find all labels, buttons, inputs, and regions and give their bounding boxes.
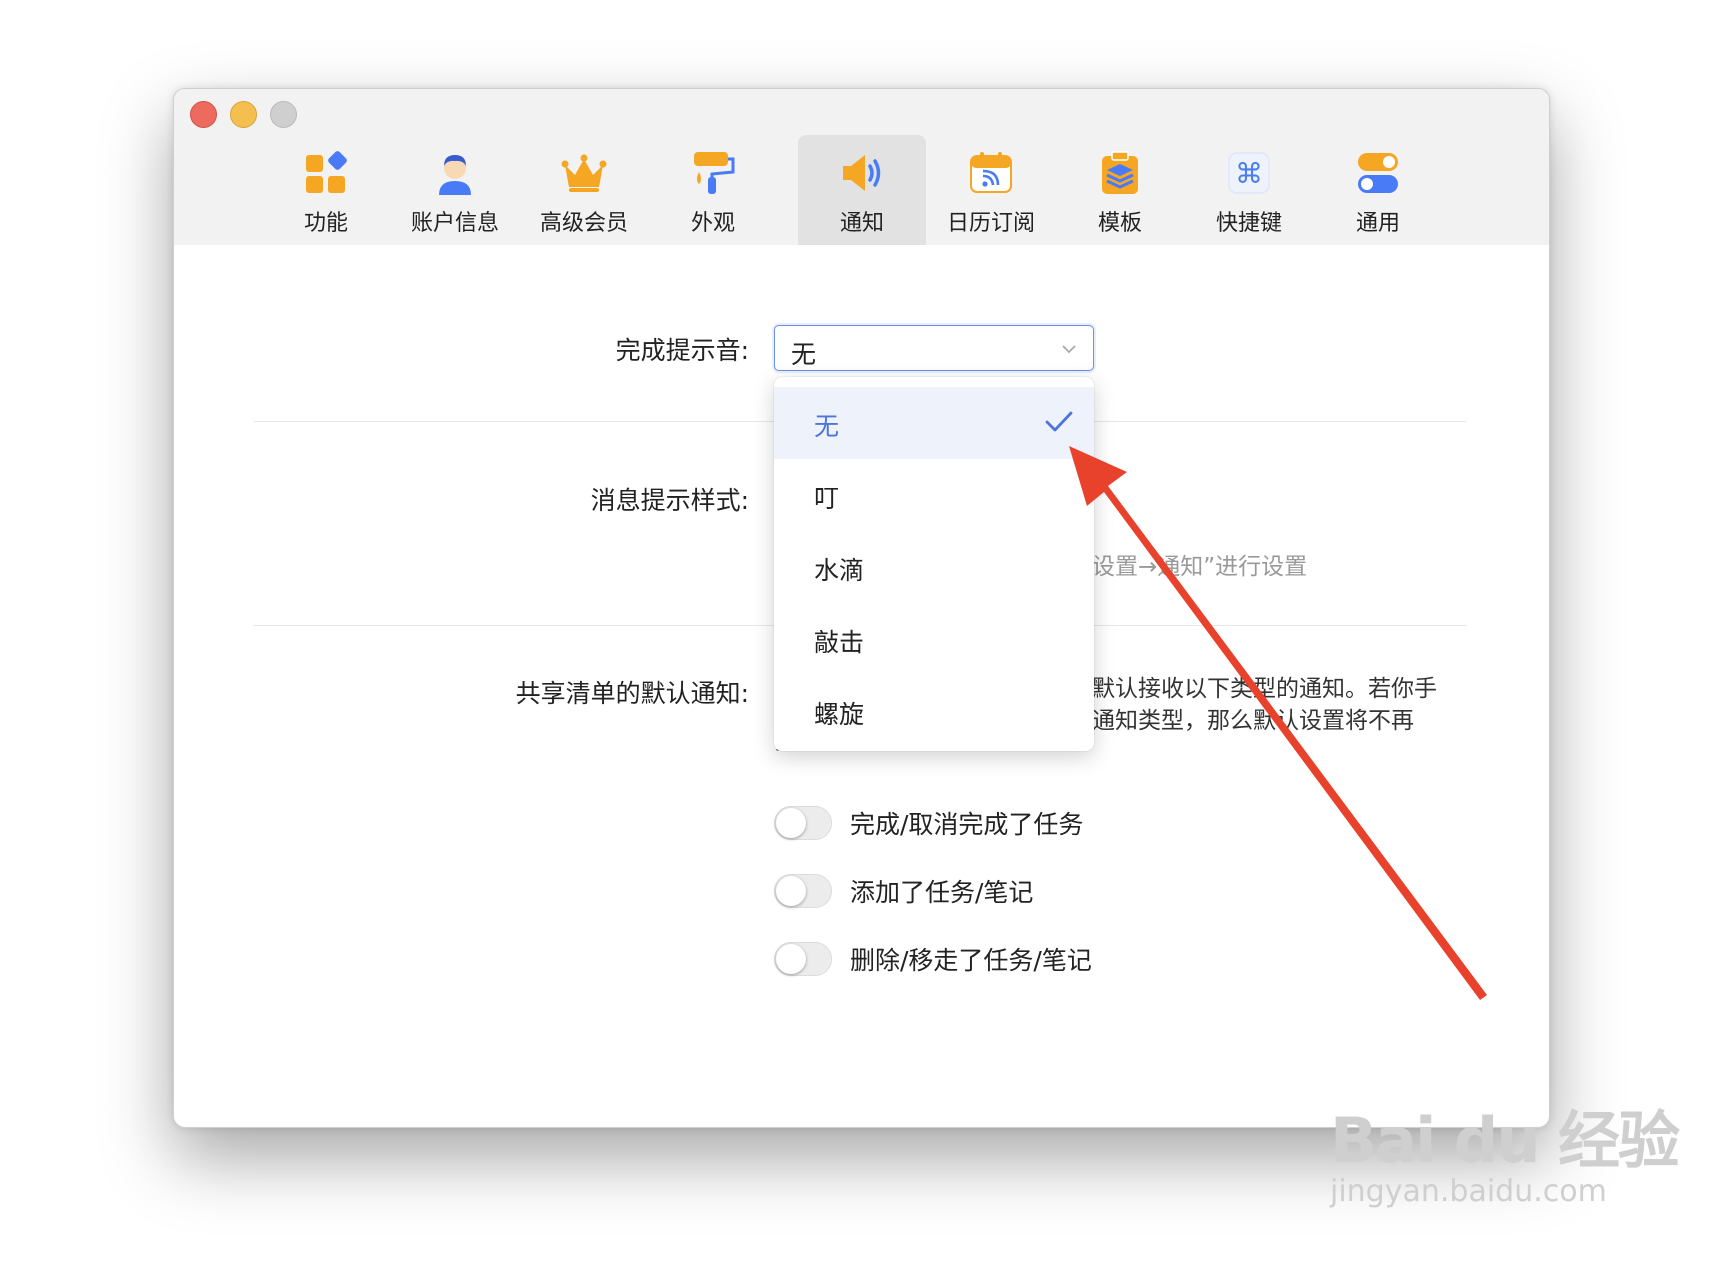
watermark-logo: Bai du 经验 bbox=[1330, 1104, 1680, 1177]
baidu-jingyan-watermark: Bai du 经验 jingyan.baidu.com bbox=[1330, 1090, 1680, 1209]
annotation-arrow bbox=[1069, 446, 1487, 1000]
